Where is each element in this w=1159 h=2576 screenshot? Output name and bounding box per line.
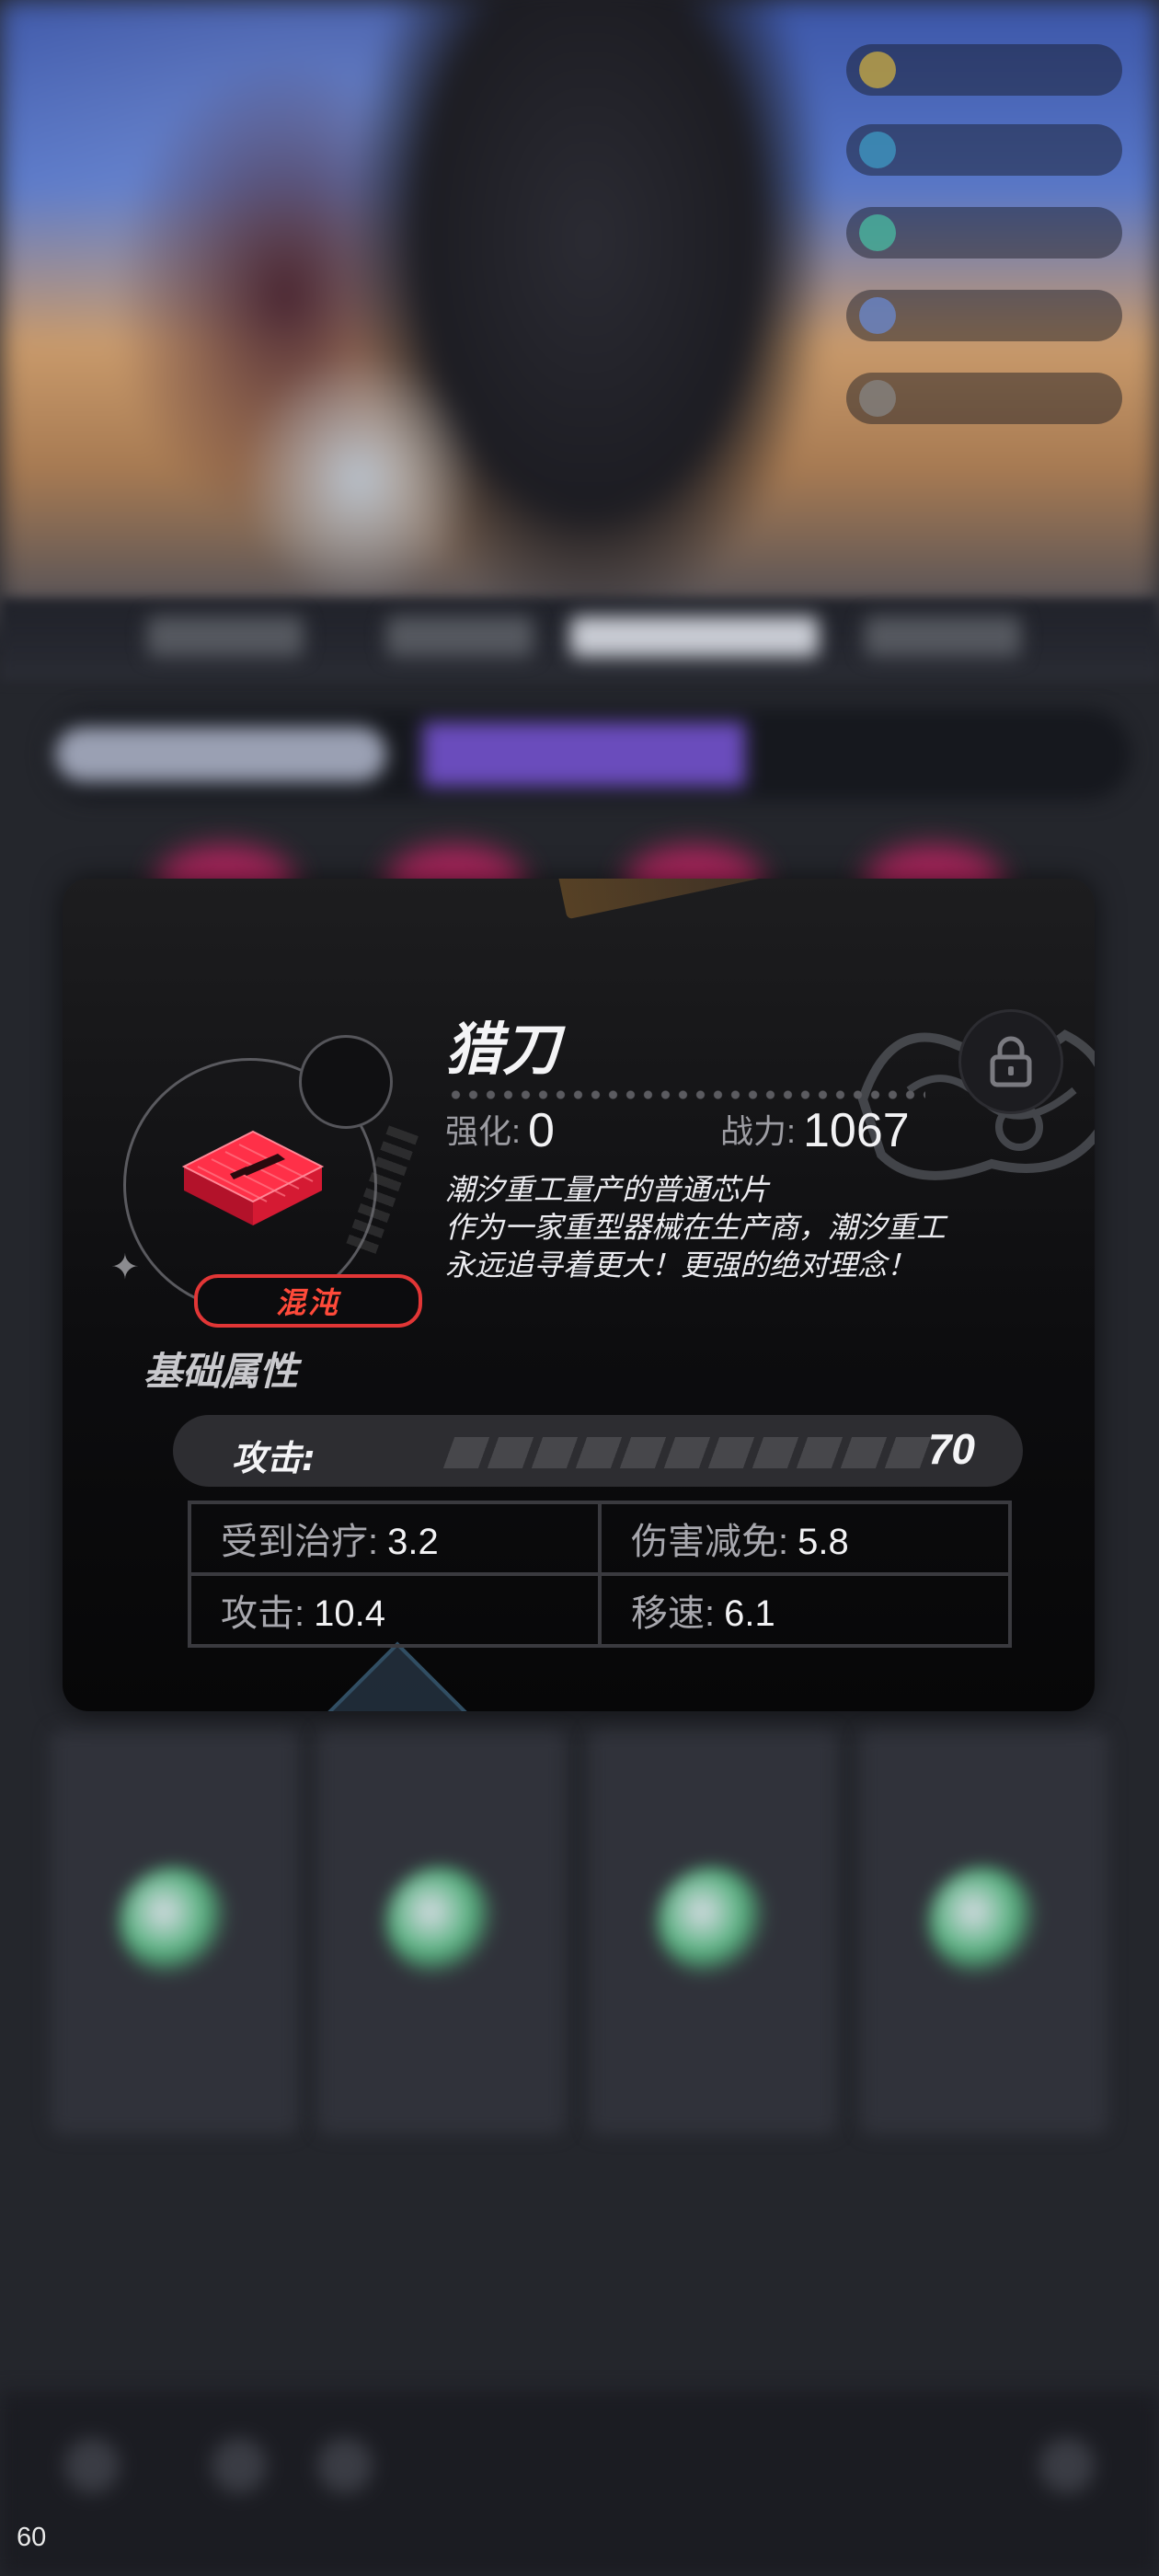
enhance-label: 强化:	[445, 1112, 522, 1150]
chip-card[interactable]	[51, 1730, 299, 2134]
description-line: 作为一家重型器械在生产商，潮汐重工	[445, 1210, 947, 1245]
side-menu-item[interactable]	[846, 207, 1122, 259]
tab[interactable]	[865, 616, 1021, 657]
filter-bar[interactable]	[46, 708, 1131, 800]
tab[interactable]	[386, 616, 534, 657]
decoration	[301, 1641, 494, 1711]
side-menu-item[interactable]	[846, 290, 1122, 341]
side-menu-item[interactable]	[846, 44, 1122, 96]
item-description: 潮汐重工量产的普通芯片 作为一家重型器械在生产商，潮汐重工 永远追寻着更大！更强…	[445, 1171, 1043, 1284]
chip-card[interactable]	[317, 1730, 566, 2134]
sub-stat-cell: 伤害减免: 5.8	[598, 1501, 1012, 1576]
decoration	[556, 879, 784, 920]
sub-stat-value: 6.1	[724, 1593, 775, 1634]
sub-stat-cell: 移速: 6.1	[598, 1572, 1012, 1648]
main-stat-value: 70	[927, 1425, 975, 1473]
description-line: 永远追寻着更大！更强的绝对理念！	[445, 1248, 917, 1282]
divider	[447, 1090, 925, 1099]
fps-counter: 60	[17, 2523, 47, 2552]
sub-stat-label: 移速:	[631, 1593, 716, 1634]
section-title-base-attributes: 基础属性	[143, 1349, 299, 1394]
item-name: 猎刀	[445, 1016, 560, 1083]
sub-stat-cell: 受到治疗: 3.2	[188, 1501, 602, 1576]
rarity-badge: 混沌	[194, 1274, 422, 1328]
power-value: 1067	[803, 1104, 910, 1157]
sub-stat-label: 受到治疗:	[221, 1522, 379, 1562]
table-row: 攻击: 10.4 移速: 6.1	[188, 1572, 1012, 1648]
item-detail-popup[interactable]: ✦ 混沌 猎刀 强化: 0 战力: 1067 潮汐重工量产的普通芯片 作为一家重型器…	[63, 879, 1095, 1711]
sub-stats-table: 受到治疗: 3.2 伤害减免: 5.8 攻击: 10.4 移速: 6.1	[188, 1501, 1012, 1648]
sub-stat-label: 攻击:	[221, 1593, 305, 1634]
sub-stat-label: 伤害减免:	[631, 1522, 789, 1562]
tab-active[interactable]	[570, 616, 819, 657]
chip-card[interactable]	[860, 1730, 1108, 2134]
chip-icon	[181, 1130, 325, 1225]
tab[interactable]	[147, 616, 304, 657]
power-label: 战力:	[720, 1112, 797, 1150]
enhance-level: 强化: 0	[445, 1103, 555, 1158]
side-menu-item[interactable]	[846, 373, 1122, 424]
sub-stat-value: 5.8	[798, 1522, 849, 1562]
sub-stat-cell: 攻击: 10.4	[188, 1572, 602, 1648]
sub-stat-value: 10.4	[314, 1593, 385, 1634]
table-row: 受到治疗: 3.2 伤害减免: 5.8	[188, 1501, 1012, 1576]
bottom-nav	[0, 2392, 1159, 2576]
description-line: 潮汐重工量产的普通芯片	[445, 1172, 770, 1207]
combat-power: 战力: 1067	[720, 1103, 910, 1158]
lock-icon	[990, 1036, 1032, 1087]
sub-stat-value: 3.2	[387, 1522, 439, 1562]
main-stat-label: 攻击:	[232, 1438, 316, 1478]
lock-button[interactable]	[958, 1009, 1063, 1114]
enhance-value: 0	[528, 1104, 555, 1157]
side-menu-item[interactable]	[846, 124, 1122, 176]
main-stat-bar: 攻击: 70	[173, 1415, 1023, 1487]
chip-card[interactable]	[589, 1730, 837, 2134]
sparkle-icon: ✦	[110, 1247, 140, 1287]
